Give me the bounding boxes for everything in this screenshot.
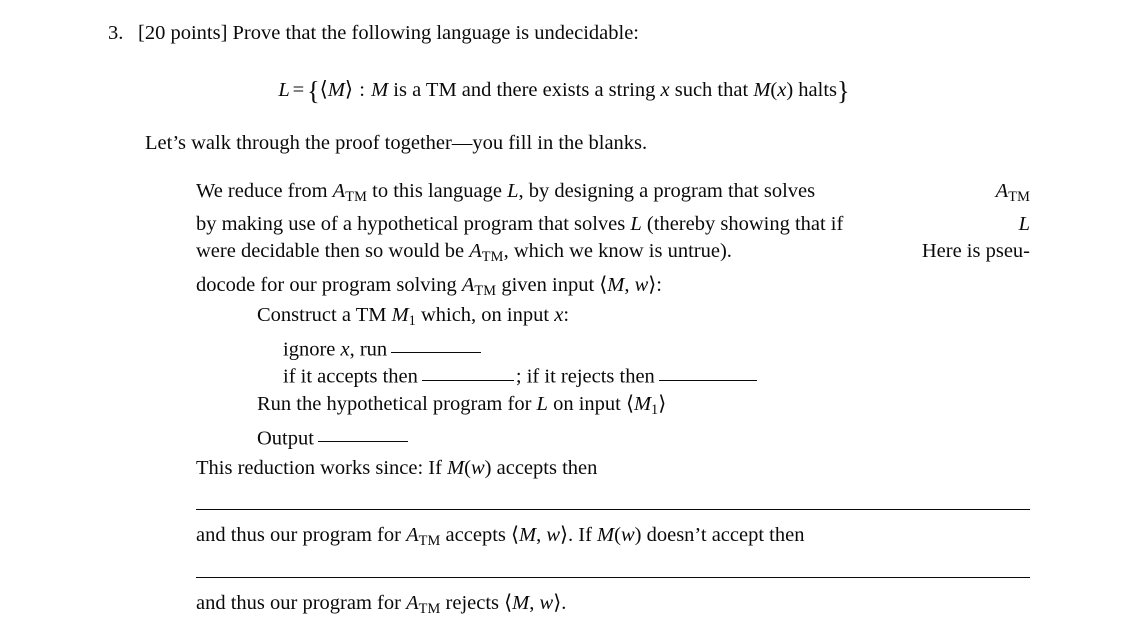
equation-open-brace: { — [307, 76, 320, 106]
angle-close: ⟩ — [658, 393, 667, 416]
reduction-line-2: by making use of a hypothetical program … — [196, 211, 1030, 238]
equation-var-x: x — [660, 79, 670, 101]
equation-relation: = — [292, 79, 305, 101]
equation-open-angle: ⟨ — [319, 77, 328, 101]
equation-body-text-1: is a TM and there exists a string — [393, 79, 656, 101]
language-L-symbol: L — [1018, 213, 1030, 236]
input-x-symbol: x — [554, 304, 564, 326]
equation-machine: M — [327, 79, 345, 101]
machine-M-symbol: M — [597, 524, 615, 546]
justification-line-1: This reduction works since: If M(w) acce… — [196, 457, 598, 479]
equation-lhs: L — [278, 79, 290, 101]
reduction-line-1-start: We reduce from ATM to this language L, b… — [196, 180, 821, 206]
fill-in-blank-output[interactable] — [317, 425, 408, 443]
justification-line-3: and thus our program for ATM rejects ⟨M,… — [196, 592, 567, 618]
equation-close-angle: ⟩ — [344, 77, 354, 101]
equation-body-machine: M — [371, 79, 389, 101]
reduction-line-2-end: L — [1019, 211, 1030, 238]
equation-close-brace: } — [837, 76, 850, 106]
string-w-symbol: w — [539, 592, 554, 614]
reduction-paragraph: We reduce from ATM to this language L, b… — [196, 178, 1030, 305]
display-equation: L = {⟨M⟩: M is a TM and there exists a stri… — [0, 74, 1128, 106]
justification-section: This reduction works since: If M(w) acce… — [196, 455, 1030, 617]
angle-open: ⟨ — [511, 524, 519, 546]
atm-subscript: TM — [474, 282, 497, 299]
equation-body-text-3: halts — [798, 79, 837, 101]
machine-M1-symbol: M — [391, 304, 409, 326]
justification-line-2: and thus our program for ATM accepts ⟨M,… — [196, 524, 805, 550]
atm-symbol: A — [406, 592, 419, 614]
walkthrough-sentence: Let’s walk through the proof together—yo… — [145, 132, 648, 154]
machine-M-symbol: M — [519, 524, 537, 546]
fill-in-blank-accepts[interactable] — [421, 363, 514, 381]
atm-symbol: A — [995, 180, 1009, 202]
reduction-line-4: docode for our program solving ATM given… — [196, 273, 662, 299]
answer-blank-rule-1[interactable] — [196, 509, 1030, 510]
fill-in-blank-rejects[interactable] — [658, 363, 757, 381]
angle-open: ⟨ — [504, 592, 513, 614]
problem-number: 3. — [108, 22, 124, 44]
atm-subscript: TM — [1008, 189, 1030, 206]
reduction-line-3: were decidable then so would be ATM, whi… — [196, 238, 1030, 271]
problem-statement-line: 3. [20 points] Prove that the following l… — [108, 20, 1068, 46]
atm-subscript: TM — [418, 533, 441, 550]
equation-body-text-2: such that — [674, 79, 749, 101]
machine-M1-subscript: 1 — [408, 313, 416, 330]
problem-points: [20 points] — [138, 22, 228, 44]
reduction-line-3-start: were decidable then so would be ATM, whi… — [196, 240, 732, 266]
input-x-symbol: x — [340, 337, 350, 360]
answer-blank-rule-2[interactable] — [196, 577, 1030, 578]
pseudocode-line-ignore: ignore x, run — [257, 336, 759, 364]
language-L-symbol: L — [536, 393, 548, 416]
pseudocode-line-construct: Construct a TM M1 which, on input x: — [257, 304, 570, 330]
language-L-symbol: L — [507, 180, 519, 202]
reduction-line-3-end: Here is pseu- — [921, 240, 1030, 263]
string-w-symbol: w — [634, 273, 649, 296]
machine-M-symbol: M — [512, 592, 530, 614]
reduction-line-2-start: by making use of a hypothetical program … — [196, 213, 849, 236]
pseudocode-line-output: Output — [257, 425, 759, 453]
machine-M-symbol: M — [607, 273, 625, 296]
angle-close: ⟩ — [553, 592, 562, 614]
problem-prompt: Prove that the following language is und… — [232, 22, 640, 44]
string-w-symbol: w — [470, 457, 485, 479]
string-w-symbol: w — [546, 524, 561, 546]
pseudocode-block: Construct a TM M1 which, on input x: ign… — [257, 302, 759, 453]
machine-M1-symbol: M — [633, 393, 652, 416]
atm-subscript: TM — [481, 249, 504, 266]
atm-symbol: A — [332, 180, 346, 202]
pseudocode-line-run-hypothetical: Run the hypothetical program for L on in… — [257, 393, 667, 419]
equation-body-machine-2: M — [753, 79, 771, 101]
string-w-symbol: w — [620, 524, 635, 546]
atm-subscript: TM — [418, 601, 441, 618]
equation-colon: : — [359, 79, 365, 101]
pseudocode-line-if-accepts: if it accepts then; if it rejects then — [257, 363, 759, 391]
language-L-symbol: L — [630, 213, 642, 236]
angle-close: ⟩ — [560, 524, 569, 546]
fill-in-blank-run[interactable] — [391, 336, 482, 353]
reduction-line-1-end: ATM — [996, 178, 1030, 211]
atm-symbol: A — [461, 273, 475, 296]
reduction-line-1: We reduce from ATM to this language L, b… — [196, 178, 1030, 211]
atm-symbol: A — [469, 240, 482, 263]
machine-M-symbol: M — [447, 457, 465, 479]
angle-open: ⟨ — [625, 393, 634, 416]
document-page: 3. [20 points] Prove that the following l… — [0, 0, 1128, 626]
atm-symbol: A — [406, 524, 419, 546]
equation-arg-x: x — [777, 79, 787, 101]
atm-subscript: TM — [345, 189, 367, 206]
